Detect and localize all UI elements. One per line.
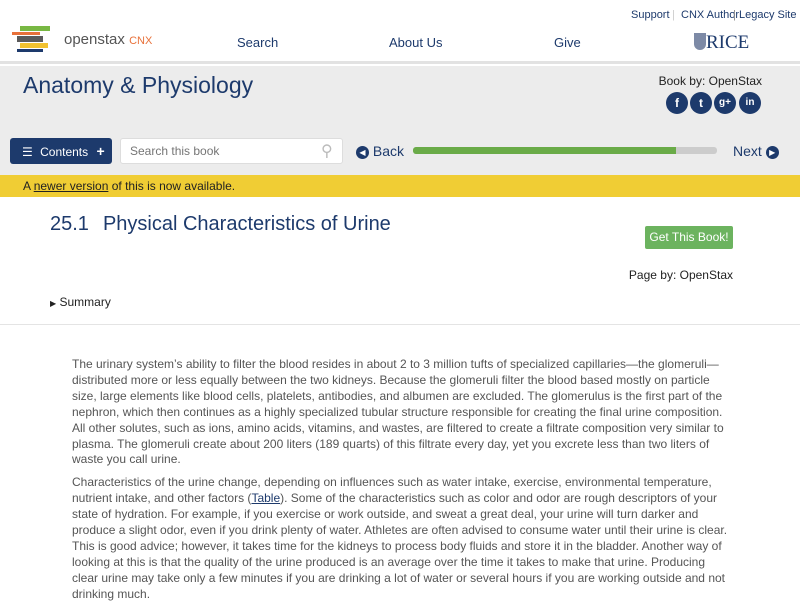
cnx-author-link[interactable]: CNX Author — [681, 9, 739, 21]
notice-prefix: A — [23, 179, 34, 193]
contents-button[interactable]: ☰ Contents + — [10, 138, 112, 164]
divider — [0, 324, 800, 325]
page-author: Page by: OpenStax — [628, 268, 733, 282]
nav-about-us[interactable]: About Us — [389, 35, 442, 50]
shield-icon — [694, 33, 706, 50]
twitter-icon[interactable]: t — [690, 92, 712, 114]
search-input[interactable] — [120, 138, 343, 164]
next-button[interactable]: Next ▶ — [733, 143, 779, 159]
paragraph: Characteristics of the urine change, dep… — [72, 475, 732, 602]
newer-version-notice: A newer version of this is now available… — [0, 175, 800, 197]
triangle-right-icon: ▶ — [50, 299, 57, 308]
book-author: Book by: OpenStax — [658, 74, 762, 88]
rice-logo[interactable]: RICE — [694, 32, 749, 54]
support-link[interactable]: Support — [631, 9, 670, 21]
openstax-logo[interactable]: openstax CNX — [12, 26, 172, 54]
rice-text: RICE — [706, 32, 750, 53]
paragraph-text: ). Some of the characteristics such as c… — [72, 491, 728, 601]
chevron-left-icon: ◀ — [356, 146, 369, 159]
back-button[interactable]: ◀ Back — [356, 143, 404, 159]
summary-toggle[interactable]: ▶ Summary — [50, 295, 111, 309]
nav-search[interactable]: Search — [237, 35, 278, 50]
separator: | — [672, 9, 675, 21]
facebook-icon[interactable]: f — [666, 92, 688, 114]
chevron-right-icon: ▶ — [765, 146, 779, 159]
logo-suffix: CNX — [129, 35, 153, 47]
nav-give[interactable]: Give — [554, 35, 581, 50]
legacy-site-link[interactable]: Legacy Site — [739, 9, 796, 21]
progress-fill — [413, 147, 676, 154]
google-plus-icon[interactable]: g+ — [714, 92, 736, 114]
newer-version-link[interactable]: newer version — [34, 179, 109, 193]
plus-icon: + — [96, 143, 105, 159]
content-body: The urinary system’s ability to filter t… — [72, 357, 732, 610]
back-label: Back — [372, 143, 405, 159]
separator: | — [733, 9, 736, 21]
book-title: Anatomy & Physiology — [23, 72, 254, 98]
contents-label: Contents — [40, 145, 89, 159]
site-header: openstax CNX Support | CNX Author | Lega… — [0, 0, 800, 64]
get-this-book-button[interactable]: Get This Book! — [645, 226, 733, 249]
search-icon[interactable]: ⚲ — [321, 141, 333, 161]
next-label: Next — [733, 143, 762, 159]
section-title: 25.1 Physical Characteristics of Urine — [50, 213, 391, 236]
section-title-text: Physical Characteristics of Urine — [102, 213, 391, 235]
linkedin-icon[interactable]: in — [739, 92, 761, 114]
paragraph: The urinary system’s ability to filter t… — [72, 357, 724, 467]
table-link[interactable]: Table — [251, 491, 280, 505]
summary-label: Summary — [59, 295, 111, 309]
list-icon: ☰ — [22, 145, 33, 159]
logo-text: openstax — [64, 31, 125, 48]
section-number: 25.1 — [50, 213, 89, 235]
notice-suffix: of this is now available. — [108, 179, 236, 193]
progress-bar — [413, 147, 717, 154]
